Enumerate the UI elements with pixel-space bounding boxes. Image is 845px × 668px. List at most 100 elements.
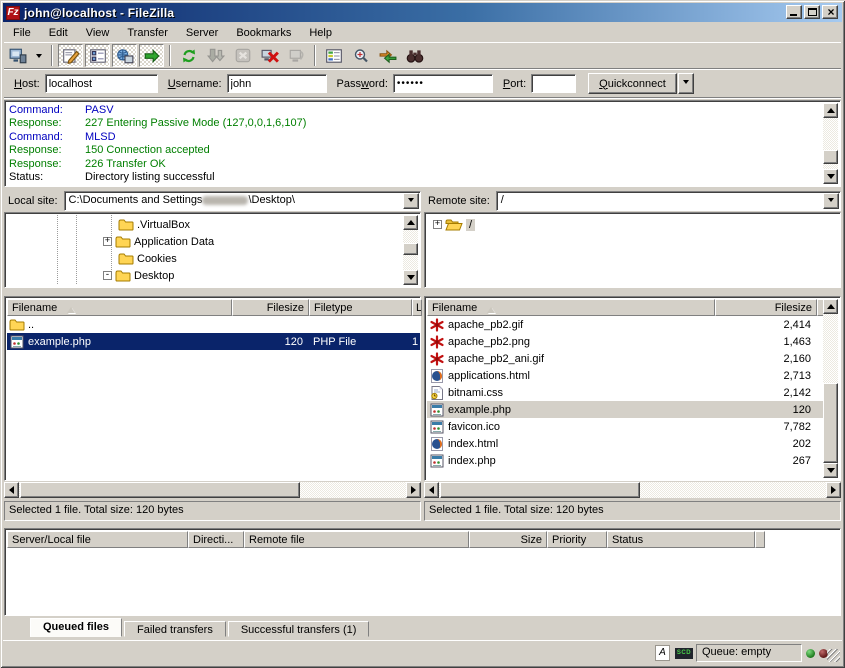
site-manager-button[interactable] <box>5 44 30 67</box>
tree-item-application-data[interactable]: + Application Data <box>103 233 214 250</box>
menu-transfer[interactable]: Transfer <box>118 25 177 41</box>
username-input[interactable] <box>227 74 327 93</box>
chevron-down-icon <box>36 54 42 61</box>
scroll-down-button[interactable] <box>823 463 838 478</box>
synchronized-browsing-button[interactable] <box>375 44 400 67</box>
scrollbar-thumb[interactable] <box>823 150 838 164</box>
tab-failed-transfers[interactable]: Failed transfers <box>124 621 226 637</box>
local-file-list: Filename Filesize Filetype L .. <box>4 296 421 481</box>
speed-limits-indicator[interactable]: SCD <box>675 648 693 659</box>
remote-list-hscrollbar[interactable] <box>424 482 841 498</box>
password-input[interactable] <box>393 74 493 93</box>
local-site-combobox[interactable]: C:\Documents and Settings\Desktop\ <box>64 191 421 211</box>
expand-icon[interactable]: + <box>103 237 112 246</box>
column-header-direction[interactable]: Directi... <box>188 531 244 548</box>
host-input[interactable] <box>45 74 158 93</box>
quickconnect-button[interactable]: Quickconnect <box>588 73 677 94</box>
tree-item-virtualbox[interactable]: .VirtualBox <box>115 216 190 233</box>
port-input[interactable] <box>531 74 576 93</box>
column-header-filename[interactable]: Filename <box>7 299 232 316</box>
scroll-right-button[interactable] <box>826 482 841 498</box>
menu-view[interactable]: View <box>77 25 119 41</box>
file-row[interactable]: apache_pb2.png 1,463 <box>427 333 825 350</box>
column-header-server-local-file[interactable]: Server/Local file <box>7 531 188 548</box>
title-bar[interactable]: Fz john@localhost - FileZilla × <box>3 3 842 22</box>
combo-dropdown-button[interactable] <box>403 193 419 209</box>
file-row-parent-dir[interactable]: .. <box>7 316 420 333</box>
menu-bookmarks[interactable]: Bookmarks <box>227 25 300 41</box>
column-header-filesize[interactable]: Filesize <box>715 299 817 316</box>
scroll-right-button[interactable] <box>406 482 421 498</box>
menu-edit[interactable]: Edit <box>40 25 77 41</box>
maximize-button[interactable] <box>804 5 820 19</box>
file-row[interactable]: apache_pb2_ani.gif 2,160 <box>427 350 825 367</box>
transfer-type-indicator[interactable]: A <box>655 645 670 661</box>
log-scrollbar[interactable] <box>823 103 838 184</box>
scrollbar-thumb[interactable] <box>823 383 838 463</box>
tab-successful-transfers[interactable]: Successful transfers (1) <box>228 621 370 637</box>
remote-list-scrollbar[interactable] <box>823 299 838 478</box>
file-row[interactable]: favicon.ico 7,782 <box>427 418 825 435</box>
local-list-hscrollbar[interactable] <box>4 482 421 498</box>
column-header-filetype[interactable]: Filetype <box>309 299 412 316</box>
expand-icon[interactable]: + <box>433 220 442 229</box>
minimize-button[interactable] <box>786 5 802 19</box>
scroll-left-button[interactable] <box>424 482 439 498</box>
resize-grip[interactable] <box>827 649 840 662</box>
scrollbar-thumb[interactable] <box>20 482 300 498</box>
scroll-up-button[interactable] <box>823 299 838 314</box>
host-label: Host: <box>14 78 40 90</box>
column-header-last-modified[interactable]: L <box>412 299 422 316</box>
column-header-filesize[interactable]: Filesize <box>232 299 309 316</box>
scrollbar-thumb[interactable] <box>403 243 418 255</box>
menu-help[interactable]: Help <box>300 25 341 41</box>
tab-queued-files[interactable]: Queued files <box>30 618 122 637</box>
directory-listing-filters-button[interactable] <box>321 44 346 67</box>
file-row-selected[interactable]: example.php 120 <box>427 401 825 418</box>
toggle-local-tree-button[interactable] <box>85 44 110 67</box>
tree-item-root[interactable]: + / <box>433 216 475 233</box>
toggle-remote-tree-button[interactable] <box>112 44 137 67</box>
column-header-remote-file[interactable]: Remote file <box>244 531 469 548</box>
scroll-down-button[interactable] <box>823 169 838 184</box>
menu-file[interactable]: File <box>4 25 40 41</box>
file-row[interactable]: applications.html 2,713 <box>427 367 825 384</box>
disconnect-button[interactable] <box>257 44 282 67</box>
collapse-icon[interactable]: - <box>103 271 112 280</box>
file-row-example-php[interactable]: example.php 120 PHP File 1 <box>7 333 420 350</box>
close-button[interactable]: × <box>822 5 838 19</box>
file-row[interactable]: index.html 202 <box>427 435 825 452</box>
message-log-body[interactable]: Command:PASV Response:227 Entering Passi… <box>7 103 822 184</box>
column-header-status[interactable]: Status <box>607 531 755 548</box>
toggle-message-log-button[interactable] <box>58 44 83 67</box>
local-tree-scrollbar[interactable] <box>403 215 418 285</box>
toolbar-separator <box>51 45 53 66</box>
file-row[interactable]: apache_pb2.gif 2,414 <box>427 316 825 333</box>
find-files-button[interactable] <box>402 44 427 67</box>
refresh-button[interactable] <box>176 44 201 67</box>
tree-item-cookies[interactable]: Cookies <box>115 250 177 267</box>
remote-site-combobox[interactable]: / <box>496 191 841 211</box>
column-header-size[interactable]: Size <box>469 531 547 548</box>
toolbar <box>4 42 841 69</box>
scrollbar-thumb[interactable] <box>440 482 640 498</box>
scroll-up-button[interactable] <box>403 215 418 230</box>
cancel-operation-button[interactable] <box>230 44 255 67</box>
column-header-filename[interactable]: Filename <box>427 299 715 316</box>
scroll-left-button[interactable] <box>4 482 19 498</box>
file-row[interactable]: index.php 267 <box>427 452 825 469</box>
reconnect-button[interactable] <box>284 44 309 67</box>
column-header-priority[interactable]: Priority <box>547 531 607 548</box>
menu-server[interactable]: Server <box>177 25 227 41</box>
site-manager-dropdown-button[interactable] <box>32 44 46 67</box>
directory-comparison-button[interactable] <box>348 44 373 67</box>
toggle-transfer-queue-button[interactable] <box>139 44 164 67</box>
combo-dropdown-button[interactable] <box>823 193 839 209</box>
scroll-down-button[interactable] <box>403 270 418 285</box>
process-queue-button[interactable] <box>203 44 228 67</box>
queue-body[interactable] <box>7 548 838 613</box>
scroll-up-button[interactable] <box>823 103 838 118</box>
file-row[interactable]: bitnami.css 2,142 <box>427 384 825 401</box>
tree-item-desktop[interactable]: - Desktop <box>103 267 174 284</box>
quickconnect-dropdown-button[interactable] <box>678 73 694 94</box>
